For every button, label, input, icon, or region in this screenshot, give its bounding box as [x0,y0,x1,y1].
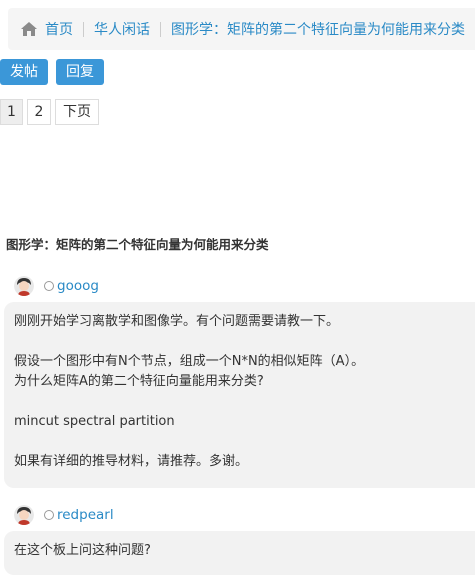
post-header: gooog [14,276,99,296]
post-content: 刚刚开始学习离散学和图像学。有个问题需要请教一下。 假设一个图形中有N个节点，组… [4,302,475,488]
breadcrumb-home[interactable]: 首页 [45,19,73,39]
avatar[interactable] [14,505,34,525]
offline-status-icon [44,510,54,520]
post-author[interactable]: redpearl [57,507,114,523]
reply-button[interactable]: 回复 [56,59,104,85]
breadcrumb: 首页 华人闲话 图形学：矩阵的第二个特征向量为何能用来分类 [8,8,475,50]
page-1-button[interactable]: 1 [0,99,23,125]
post-line: 在这个板上问这种问题? [14,543,151,558]
post-line: 假设一个图形中有N个节点，组成一个N*N的相似矩阵（A）。 [14,354,365,369]
pagination: 1 2 下页 [0,99,103,125]
avatar[interactable] [14,276,34,296]
user-avatar-icon [14,505,34,525]
post-line: 如果有详细的推导材料，请推荐。多谢。 [14,454,249,469]
breadcrumb-forum[interactable]: 华人闲话 [94,19,150,39]
post-line [14,432,474,452]
post-header: redpearl [14,505,114,525]
post-line: 刚刚开始学习离散学和图像学。有个问题需要请教一下。 [14,314,340,329]
breadcrumb-separator [83,21,84,37]
offline-status-icon [44,281,54,291]
home-icon[interactable] [21,22,37,36]
post-author[interactable]: gooog [57,278,99,294]
post-line [14,332,474,352]
user-avatar-icon [14,276,34,296]
post-line: 为什么矩阵A的第二个特征向量能用来分类? [14,374,264,389]
next-page-button[interactable]: 下页 [55,99,99,125]
topic-title: 图形学：矩阵的第二个特征向量为何能用来分类 [6,237,269,252]
page-2-button[interactable]: 2 [27,99,51,125]
breadcrumb-separator [160,21,161,37]
breadcrumb-current-topic[interactable]: 图形学：矩阵的第二个特征向量为何能用来分类 [171,19,465,39]
post-line: mincut spectral partition [14,414,175,429]
post-line [14,392,474,412]
post-content: 在这个板上问这种问题? [4,531,475,575]
new-post-button[interactable]: 发帖 [0,59,48,85]
